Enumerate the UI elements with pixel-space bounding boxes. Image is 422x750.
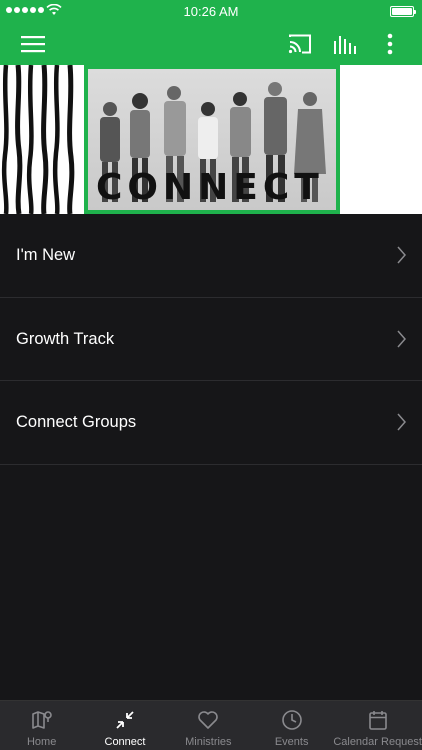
tab-home[interactable]: Home: [0, 701, 83, 750]
app-bar: [0, 22, 422, 65]
chevron-right-icon: [397, 246, 406, 264]
chevron-right-icon: [397, 330, 406, 347]
menu-item-label: Connect Groups: [16, 413, 137, 431]
menu-item-label: I'm New: [16, 246, 76, 264]
menu-item-label: Growth Track: [16, 329, 115, 348]
compress-arrows-icon: [114, 708, 136, 732]
cast-icon[interactable]: [287, 31, 313, 57]
audio-bars-icon[interactable]: [332, 31, 358, 57]
tab-label: Connect: [104, 736, 146, 748]
tab-ministries[interactable]: Ministries: [167, 701, 250, 750]
stripes-decoration: [1, 65, 75, 214]
menu-icon[interactable]: [20, 31, 46, 57]
menu-item-im-new[interactable]: I'm New: [0, 214, 422, 298]
menu-item-growth-track[interactable]: Growth Track: [0, 298, 422, 381]
tab-label: Events: [274, 736, 309, 748]
people-photo: CONNECT: [84, 65, 340, 214]
chevron-right-icon: [397, 413, 406, 431]
map-icon: [31, 708, 53, 732]
banner-title: CONNECT: [96, 167, 324, 208]
tab-bar: Home Connect Ministries Events Calendar …: [0, 700, 422, 750]
tab-events[interactable]: Events: [250, 701, 333, 750]
more-vertical-icon[interactable]: [377, 31, 403, 57]
tab-label: Calendar Request: [333, 736, 422, 748]
menu-item-connect-groups[interactable]: Connect Groups: [0, 381, 422, 465]
clock-icon: [281, 708, 303, 732]
status-bar: 10:26 AM: [0, 0, 422, 22]
calendar-icon: [368, 708, 388, 732]
tab-label: Home: [26, 736, 57, 748]
heart-icon: [197, 708, 219, 732]
battery-icon: [390, 6, 416, 17]
tab-calendar-request[interactable]: Calendar Request: [333, 701, 422, 750]
connect-banner: CONNECT: [0, 65, 422, 214]
status-time: 10:26 AM: [183, 4, 239, 19]
tab-label: Ministries: [185, 736, 232, 748]
connect-menu: I'm New Growth Track Connect Groups: [0, 214, 422, 465]
tab-connect[interactable]: Connect: [83, 701, 166, 750]
